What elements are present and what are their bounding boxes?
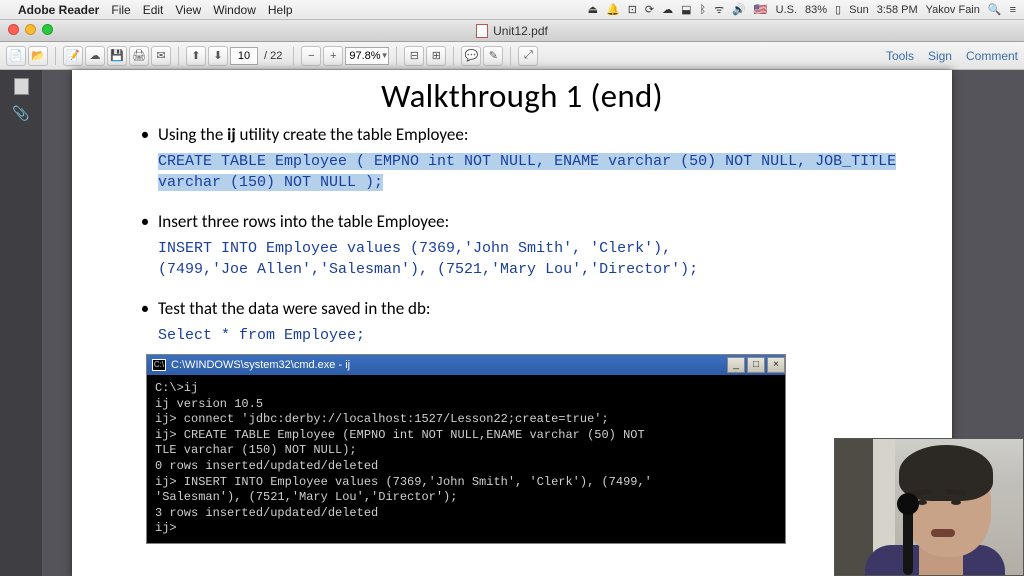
battery-icon[interactable]: ▯ [835, 3, 841, 16]
separator [453, 47, 454, 65]
eject-icon[interactable]: ⏏ [588, 3, 598, 16]
minimize-button[interactable] [25, 24, 36, 35]
chevron-down-icon: ▼ [381, 48, 389, 64]
separator [293, 47, 294, 65]
network-icon[interactable]: ⊡ [628, 3, 637, 16]
pdf-page[interactable]: Walkthrough 1 (end) • Using the ij utili… [72, 70, 952, 576]
reader-toolbar: 📄 📂 📝 ☁ 💾 🖨 ✉ ⬆ ⬇ 10 / 22 − + 97.8%▼ ⊟ ⊞… [0, 42, 1024, 70]
cmd-title-text: C:\WINDOWS\system32\cmd.exe - ij [171, 359, 350, 371]
bell-icon[interactable]: 🔔 [606, 3, 620, 16]
pdf-file-icon [476, 24, 488, 38]
dropbox-icon[interactable]: ⬓ [681, 3, 691, 16]
spotlight-icon[interactable]: 🔍 [988, 3, 1002, 16]
separator [396, 47, 397, 65]
cmd-window-controls: _ □ × [725, 357, 785, 373]
code-block-3: Select * from Employee; [158, 325, 912, 346]
sign-panel-button[interactable]: Sign [928, 49, 952, 63]
bullet-2-text: Insert three rows into the table Employe… [158, 211, 449, 232]
fit-page-icon[interactable]: ⊞ [426, 46, 446, 66]
bullet-dot: • [132, 124, 158, 145]
page-thumbnails-icon[interactable] [14, 78, 29, 95]
window-controls [8, 24, 53, 35]
clock-day: Sun [849, 4, 869, 16]
menu-view[interactable]: View [175, 3, 201, 17]
cloud-icon[interactable]: ☁ [662, 3, 673, 16]
user-name[interactable]: Yakov Fain [926, 4, 980, 16]
cloud-icon[interactable]: ☁ [85, 46, 105, 66]
navigation-pane: 📎 [0, 70, 42, 576]
bullet-1: • Using the ij utility create the table … [132, 124, 912, 145]
window-titlebar: Unit12.pdf [0, 20, 1024, 42]
cmd-titlebar: C:\ C:\WINDOWS\system32\cmd.exe - ij _ □… [147, 355, 785, 375]
zoom-level-select[interactable]: 97.8%▼ [345, 47, 389, 65]
email-icon[interactable]: ✉ [151, 46, 171, 66]
cmd-close-button[interactable]: × [767, 357, 785, 373]
fit-width-icon[interactable]: ⊟ [404, 46, 424, 66]
zoom-button[interactable] [42, 24, 53, 35]
bullet-3-text: Test that the data were saved in the db: [158, 298, 430, 319]
open-icon[interactable]: 📂 [28, 46, 48, 66]
zoom-value: 97.8% [349, 48, 380, 64]
input-flag[interactable]: 🇺🇸 [754, 3, 768, 16]
document-title: Unit12.pdf [493, 24, 548, 38]
zoom-in-icon[interactable]: + [323, 46, 343, 66]
page-total: / 22 [264, 50, 282, 62]
bullet-3: • Test that the data were saved in the d… [132, 298, 912, 319]
mac-menubar: Adobe Reader File Edit View Window Help … [0, 0, 1024, 20]
bluetooth-icon[interactable]: ᛒ [700, 4, 707, 16]
bullet-1-text: Using the ij utility create the table Em… [158, 124, 468, 145]
clock-time[interactable]: 3:58 PM [877, 4, 918, 16]
webcam-overlay [834, 438, 1024, 576]
comment-panel-button[interactable]: Comment [966, 49, 1018, 63]
cmd-maximize-button[interactable]: □ [747, 357, 765, 373]
cmd-icon: C:\ [152, 359, 166, 371]
zoom-out-icon[interactable]: − [301, 46, 321, 66]
comment-icon[interactable]: 💬 [461, 46, 481, 66]
gutter [42, 70, 72, 576]
page-down-icon[interactable]: ⬇ [208, 46, 228, 66]
menu-window[interactable]: Window [213, 3, 256, 17]
bullet-dot: • [132, 298, 158, 319]
close-button[interactable] [8, 24, 19, 35]
menu-file[interactable]: File [111, 3, 130, 17]
notifications-icon[interactable]: ≡ [1010, 4, 1016, 16]
input-locale[interactable]: U.S. [776, 4, 797, 16]
bullet-2: • Insert three rows into the table Emplo… [132, 211, 912, 232]
create-pdf-icon[interactable]: 📄 [6, 46, 26, 66]
slide-title: Walkthrough 1 (end) [132, 76, 912, 116]
separator [178, 47, 179, 65]
menu-edit[interactable]: Edit [143, 3, 164, 17]
read-mode-icon[interactable]: ⤢ [518, 46, 538, 66]
menu-help[interactable]: Help [268, 3, 293, 17]
app-name[interactable]: Adobe Reader [18, 3, 99, 17]
code-block-2: INSERT INTO Employee values (7369,'John … [158, 238, 912, 280]
print-icon[interactable]: 🖨 [129, 46, 149, 66]
battery-percent: 83% [805, 4, 827, 16]
cmd-window: C:\ C:\WINDOWS\system32\cmd.exe - ij _ □… [146, 354, 786, 544]
separator [510, 47, 511, 65]
separator [55, 47, 56, 65]
page-up-icon[interactable]: ⬆ [186, 46, 206, 66]
bullet-dot: • [132, 211, 158, 232]
code-block-1: CREATE TABLE Employee ( EMPNO int NOT NU… [158, 151, 912, 193]
attachments-icon[interactable]: 📎 [12, 105, 29, 122]
wifi-icon[interactable]: ᯤ [714, 2, 724, 17]
tools-panel-button[interactable]: Tools [886, 49, 914, 63]
export-icon[interactable]: 📝 [63, 46, 83, 66]
cmd-output: C:\>ij ij version 10.5 ij> connect 'jdbc… [147, 375, 785, 543]
save-icon[interactable]: 💾 [107, 46, 127, 66]
cmd-minimize-button[interactable]: _ [727, 357, 745, 373]
sign-icon[interactable]: ✎ [483, 46, 503, 66]
highlighted-sql: CREATE TABLE Employee ( EMPNO int NOT NU… [158, 153, 896, 191]
page-number-input[interactable]: 10 [230, 47, 258, 65]
sync-icon[interactable]: ⟳ [645, 3, 654, 16]
volume-icon[interactable]: 🔊 [732, 3, 746, 16]
